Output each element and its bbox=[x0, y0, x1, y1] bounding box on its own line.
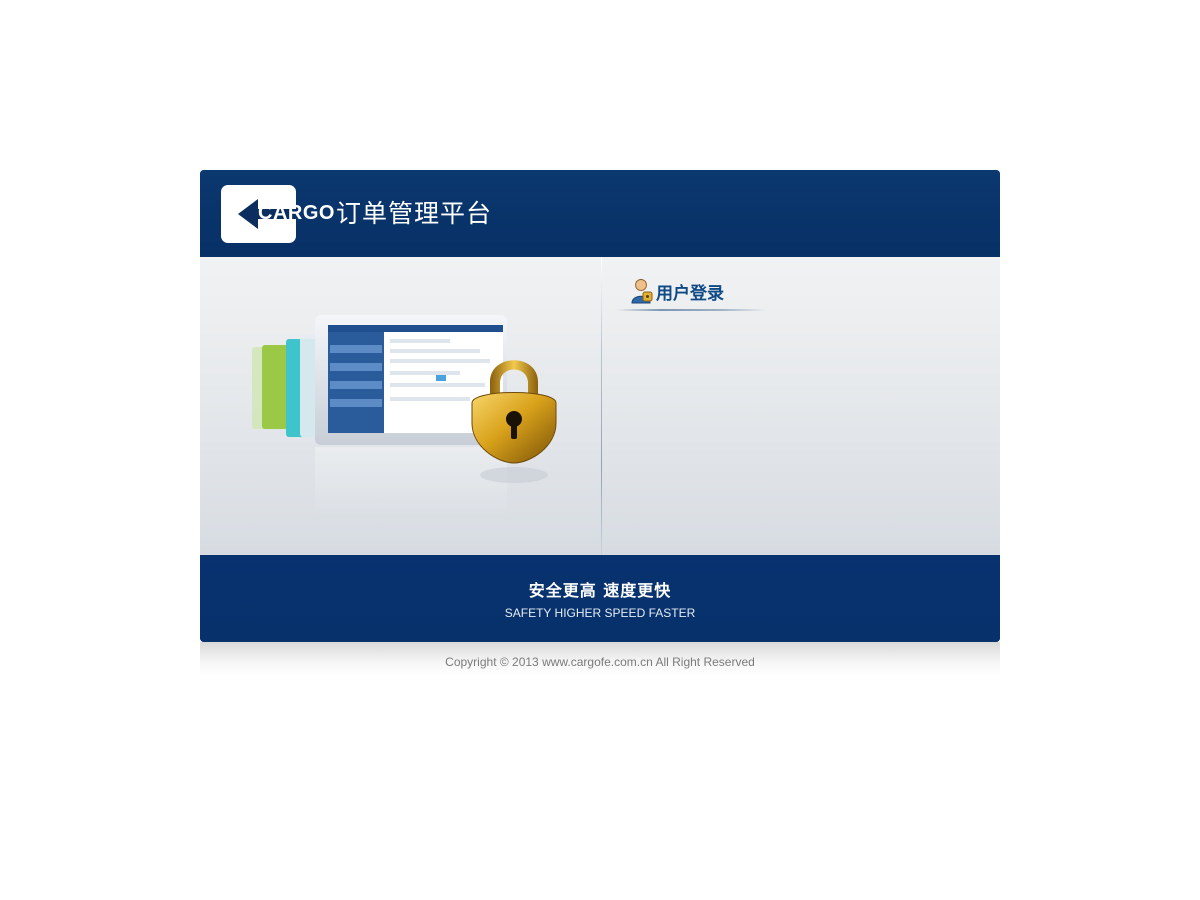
platform-title: 订单管理平台 bbox=[336, 199, 493, 228]
copyright-text: Copyright © 2013 www.cargofe.com.cn All … bbox=[445, 655, 755, 669]
user-icon bbox=[631, 279, 653, 304]
header-bar: CARGO 订单管理平台 bbox=[200, 170, 1000, 257]
illustration-pane bbox=[200, 257, 601, 555]
login-title-underline bbox=[616, 309, 766, 311]
login-title: 用户登录 bbox=[656, 284, 724, 304]
login-panel: CARGO 订单管理平台 用户登录 安全更高 速度更快 SAFETY HIGHE… bbox=[200, 170, 1000, 642]
screen-reflection bbox=[315, 447, 507, 517]
login-page: CARGO 订单管理平台 用户登录 安全更高 速度更快 SAFETY HIGHE… bbox=[0, 0, 1200, 900]
panel-body: 用户登录 bbox=[200, 257, 1000, 555]
slogan-english: SAFETY HIGHER SPEED FASTER bbox=[504, 606, 696, 620]
login-pane: 用户登录 bbox=[602, 257, 1000, 555]
slogan-bar: 安全更高 速度更快 SAFETY HIGHER SPEED FASTER bbox=[200, 555, 1000, 642]
slogan-chinese: 安全更高 速度更快 bbox=[528, 581, 672, 600]
logo-text: CARGO bbox=[258, 202, 335, 224]
security-illustration bbox=[252, 315, 557, 517]
arrow-left-icon bbox=[238, 199, 258, 229]
screen-topbar bbox=[328, 325, 503, 332]
